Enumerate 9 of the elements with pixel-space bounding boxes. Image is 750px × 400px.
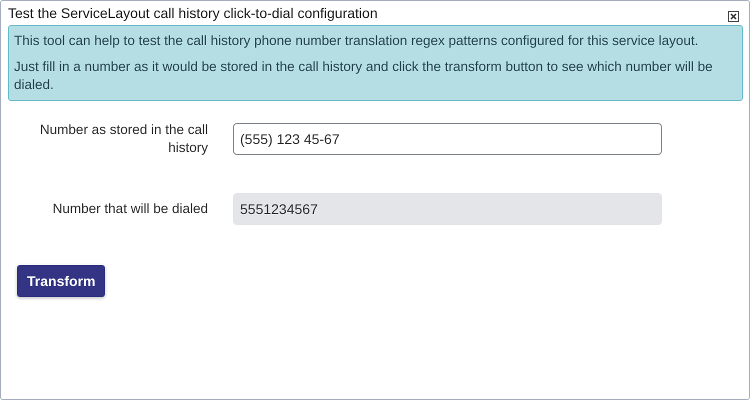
transform-button[interactable]: Transform <box>17 265 106 297</box>
dialog-title: Test the ServiceLayout call history click-to-dial configuration <box>7 5 378 21</box>
close-icon[interactable] <box>728 10 739 22</box>
field-label: Number that will be dialed <box>52 200 208 218</box>
info-text: This tool can help to test the call history phone number translation regex patterns configured for this service layout. <box>14 32 700 50</box>
input-field[interactable]: (555) 123 45-67 <box>233 123 662 155</box>
field-label: Number as stored in the call history <box>38 121 208 157</box>
info-text: Just fill in a number as it would be stored in the call history and click the transform button to see which number will be dialed. <box>14 58 714 94</box>
result-field[interactable]: 5551234567 <box>233 193 662 225</box>
